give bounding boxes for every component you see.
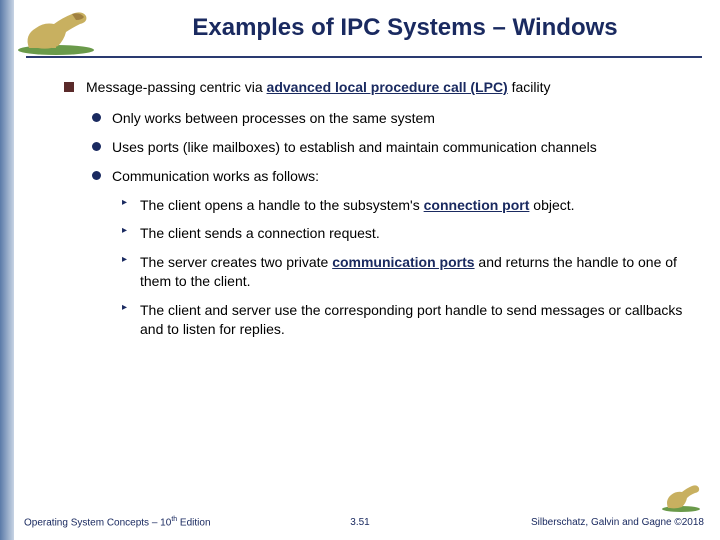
text: object. xyxy=(529,197,574,213)
title-rule xyxy=(26,56,702,58)
text: The client opens a handle to the subsyst… xyxy=(140,197,424,213)
text: The server creates two private xyxy=(140,254,332,270)
text: Only works between processes on the same… xyxy=(112,110,435,126)
dinosaur-logo-icon xyxy=(14,0,98,55)
bullet-l2: Communication works as follows: xyxy=(92,167,684,186)
term-communication-ports: communication ports xyxy=(332,254,474,270)
text: Message-passing centric via xyxy=(86,79,267,95)
slide: Examples of IPC Systems – Windows Messag… xyxy=(0,0,720,540)
bullet-l3: The client sends a connection request. xyxy=(122,224,684,243)
slide-title: Examples of IPC Systems – Windows xyxy=(105,14,705,42)
bullet-l1: Message-passing centric via advanced loc… xyxy=(64,78,684,97)
content-area: Message-passing centric via advanced loc… xyxy=(64,78,684,349)
sidebar-accent xyxy=(0,0,14,540)
dinosaur-small-icon xyxy=(660,478,702,512)
bullet-l3: The server creates two private communica… xyxy=(122,253,684,291)
bullet-l2: Only works between processes on the same… xyxy=(92,109,684,128)
term-lpc: advanced local procedure call (LPC) xyxy=(267,79,508,95)
bullet-l2: Uses ports (like mailboxes) to establish… xyxy=(92,138,684,157)
bullet-l3: The client and server use the correspond… xyxy=(122,301,684,339)
text: The client sends a connection request. xyxy=(140,225,380,241)
footer-copyright: Silberschatz, Galvin and Gagne ©2018 xyxy=(531,517,704,528)
term-connection-port: connection port xyxy=(424,197,530,213)
text: Communication works as follows: xyxy=(112,168,319,184)
text: The client and server use the correspond… xyxy=(140,302,682,337)
text: facility xyxy=(508,79,551,95)
bullet-l3: The client opens a handle to the subsyst… xyxy=(122,196,684,215)
text: Uses ports (like mailboxes) to establish… xyxy=(112,139,597,155)
